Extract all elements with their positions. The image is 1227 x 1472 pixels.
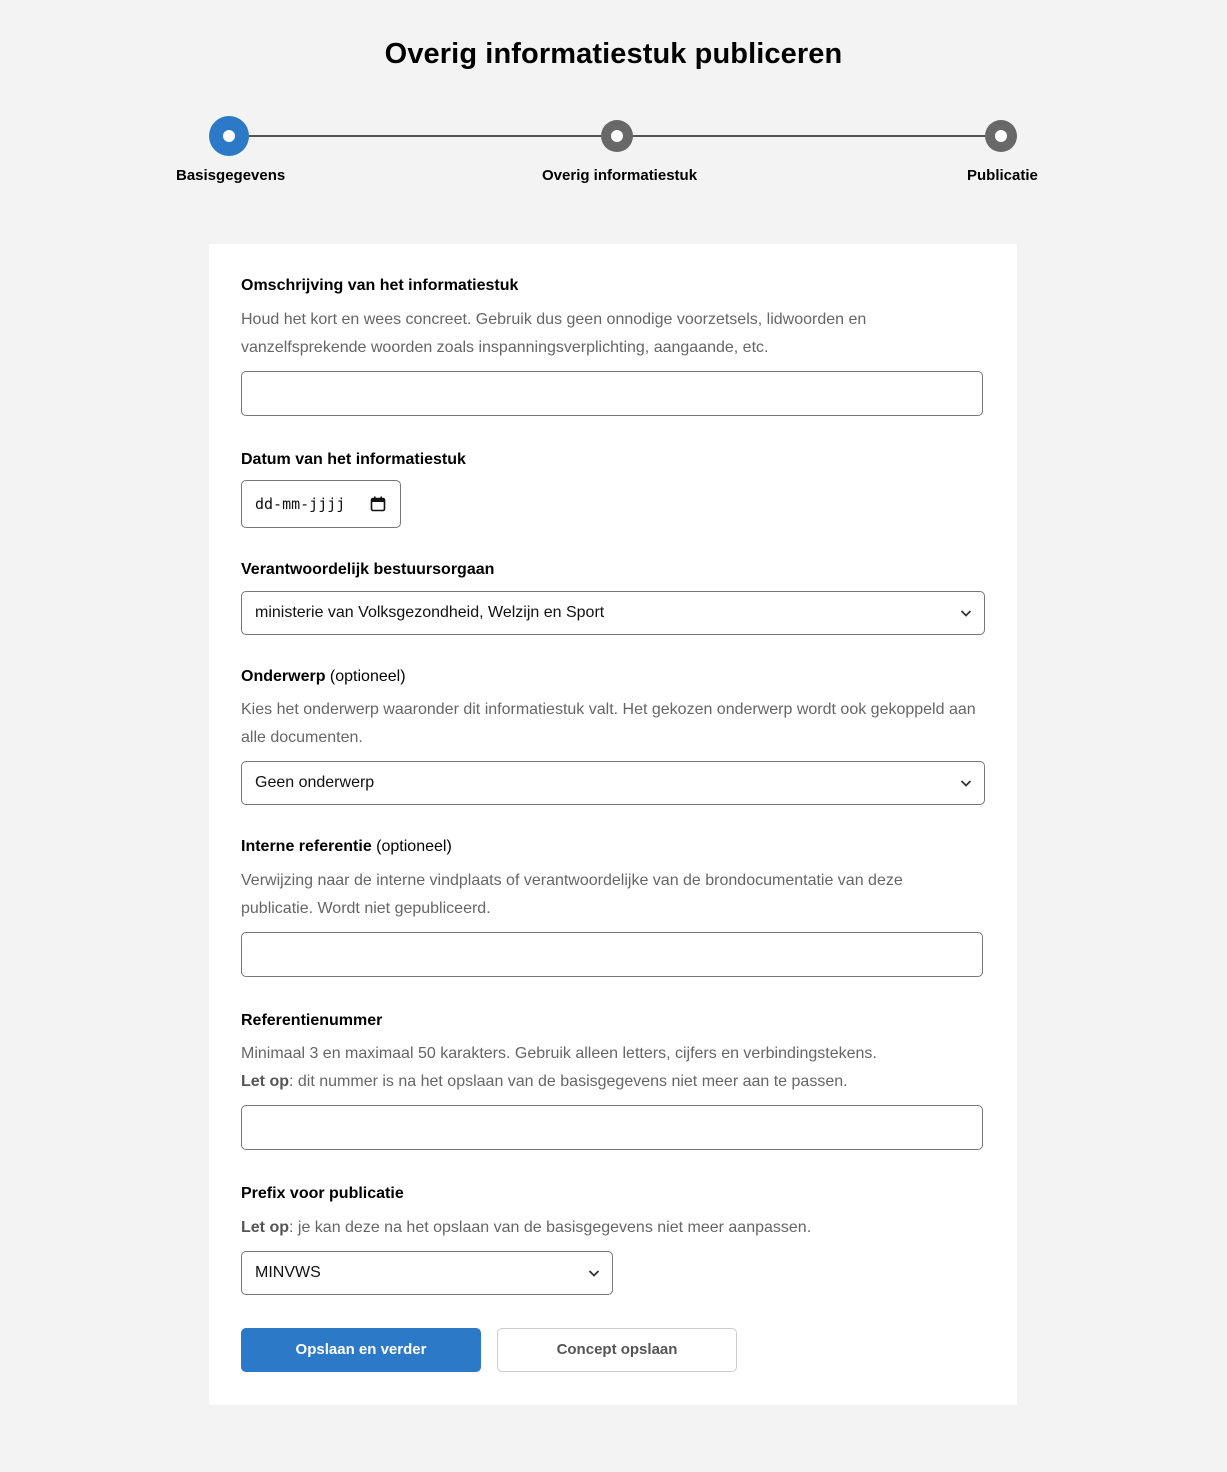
date-label: Datum van het informatiestuk [241, 451, 466, 468]
subject-selected-value: Geen onderwerp [255, 774, 375, 791]
stepper: Basisgegevens Overig informatiestuk Publ… [0, 0, 1227, 200]
prefix-selected-value: MINVWS [255, 1264, 321, 1281]
reference-number-help-text: Minimaal 3 en maximaal 50 karakters. Geb… [241, 1045, 877, 1062]
subject-help: Kies het onderwerp waaronder dit informa… [241, 701, 976, 746]
step-dot-publicatie[interactable] [985, 120, 1017, 152]
organ-label: Verantwoordelijk bestuursorgaan [241, 561, 495, 578]
prefix-note-bold: Let op [241, 1219, 289, 1236]
description-input[interactable] [241, 371, 983, 416]
prefix-label: Prefix voor publicatie [241, 1185, 404, 1202]
prefix-note-text: : je kan deze na het opslaan van de basi… [289, 1219, 812, 1236]
reference-number-note-text: : dit nummer is na het opslaan van de ba… [289, 1073, 848, 1090]
stepper-line-1 [248, 135, 602, 137]
prefix-select[interactable]: MINVWS [241, 1251, 613, 1295]
organ-select[interactable]: ministerie van Volksgezondheid, Welzijn … [241, 591, 985, 635]
reference-number-note-bold: Let op [241, 1073, 289, 1090]
stepper-line-2 [632, 135, 986, 137]
internal-reference-optional-text: (optioneel) [376, 838, 452, 855]
organ-selected-value: ministerie van Volksgezondheid, Welzijn … [255, 604, 605, 621]
subject-select[interactable]: Geen onderwerp [241, 761, 985, 805]
internal-reference-label: Interne referentie (optioneel) [241, 838, 452, 856]
internal-reference-input[interactable] [241, 932, 983, 977]
subject-label: Onderwerp (optioneel) [241, 668, 406, 686]
date-placeholder: dd-mm-jjjj [255, 495, 346, 513]
internal-reference-label-text: Interne referentie [241, 838, 372, 855]
chevron-down-icon [588, 1270, 600, 1277]
subject-optional-text: (optioneel) [329, 668, 406, 685]
reference-number-help: Minimaal 3 en maximaal 50 karakters. Geb… [241, 1040, 981, 1096]
chevron-down-icon [960, 610, 972, 617]
step-label-basisgegevens[interactable]: Basisgegevens [176, 167, 285, 184]
reference-number-label: Referentienummer [241, 1012, 383, 1029]
description-label: Omschrijving van het informatiestuk [241, 277, 519, 294]
date-input[interactable]: dd-mm-jjjj [241, 480, 401, 528]
step-label-overig-informatiestuk[interactable]: Overig informatiestuk [542, 167, 697, 184]
internal-reference-help: Verwijzing naar de interne vindplaats of… [241, 872, 903, 917]
chevron-down-icon [960, 780, 972, 787]
reference-number-input[interactable] [241, 1105, 983, 1150]
step-label-publicatie[interactable]: Publicatie [967, 167, 1038, 184]
save-draft-button[interactable]: Concept opslaan [497, 1328, 737, 1372]
reference-number-note: Let op: dit nummer is na het opslaan van… [241, 1068, 981, 1096]
save-and-continue-button[interactable]: Opslaan en verder [241, 1328, 481, 1372]
prefix-note: Let op: je kan deze na het opslaan van d… [241, 1214, 981, 1242]
subject-label-text: Onderwerp [241, 668, 326, 685]
description-help: Houd het kort en wees concreet. Gebruik … [241, 311, 867, 356]
form-card: Omschrijving van het informatiestuk Houd… [209, 244, 1017, 1405]
calendar-icon[interactable] [370, 496, 386, 512]
step-dot-overig-informatiestuk[interactable] [601, 120, 633, 152]
step-dot-basisgegevens[interactable] [209, 116, 249, 156]
